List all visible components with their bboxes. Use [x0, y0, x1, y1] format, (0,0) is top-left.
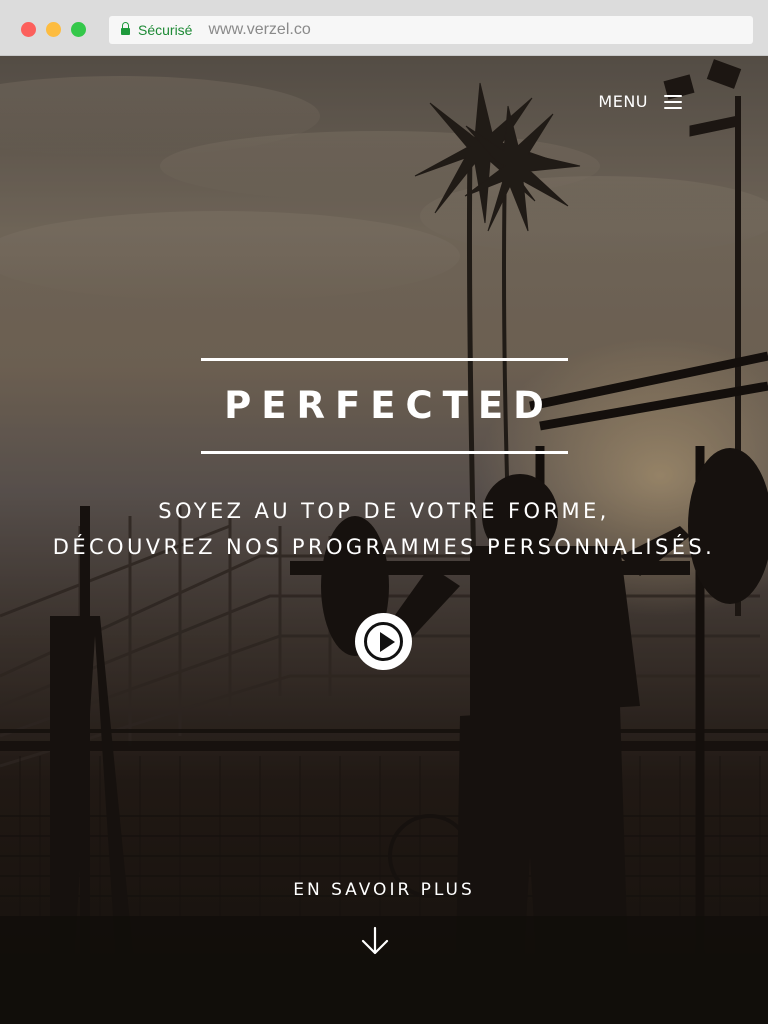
secure-label: Sécurisé	[138, 22, 193, 38]
browser-toolbar: Sécurisé www.verzel.co	[0, 0, 768, 56]
url-text[interactable]: www.verzel.co	[208, 21, 310, 39]
hero-section: MENU PERFECTED SOYEZ AU TOP DE VOTRE FOR…	[0, 56, 768, 1024]
maximize-window-button[interactable]	[71, 22, 86, 37]
tagline-line-1: SOYEZ AU TOP DE VOTRE FORME,	[158, 499, 610, 523]
hamburger-icon	[664, 94, 682, 109]
lock-icon	[121, 21, 130, 37]
menu-button[interactable]: MENU	[598, 92, 682, 111]
title-rule-bottom	[201, 451, 568, 454]
menu-label: MENU	[598, 92, 648, 111]
learn-more-link[interactable]: EN SAVOIR PLUS	[0, 880, 768, 900]
close-window-button[interactable]	[21, 22, 36, 37]
title-rule-top	[201, 358, 568, 361]
play-icon	[380, 632, 395, 652]
play-video-button[interactable]	[355, 613, 412, 670]
hero-title: PERFECTED	[224, 384, 554, 427]
address-bar[interactable]: Sécurisé www.verzel.co	[109, 16, 753, 44]
hero-tagline: SOYEZ AU TOP DE VOTRE FORME, DÉCOUVREZ N…	[0, 493, 768, 565]
tagline-line-2: DÉCOUVREZ NOS PROGRAMMES PERSONNALISÉS.	[52, 535, 716, 559]
minimize-window-button[interactable]	[46, 22, 61, 37]
arrow-down-icon[interactable]	[360, 926, 390, 956]
